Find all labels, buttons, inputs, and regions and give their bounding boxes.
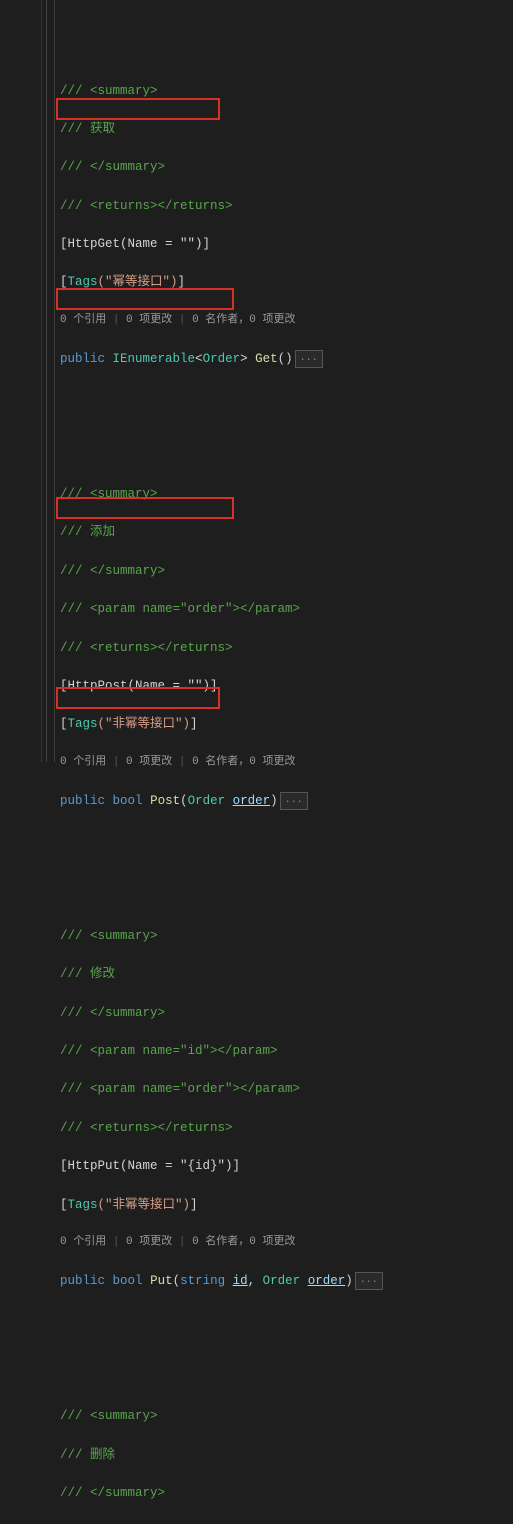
bracket: ] [190, 717, 198, 731]
method-name: Get [255, 352, 278, 366]
indent-guide [46, 0, 47, 762]
param-type: string [180, 1274, 225, 1288]
collapsed-body[interactable]: ... [355, 1272, 383, 1290]
bracket: ] [178, 275, 186, 289]
xml-doc: /// <returns></returns> [60, 1121, 233, 1135]
xml-doc: /// </summary> [60, 1486, 165, 1500]
method-get-block: /// <summary> /// 获取 /// </summary> /// … [60, 62, 383, 388]
param-name: order [308, 1274, 346, 1288]
tags-value: ("幂等接口") [98, 275, 178, 289]
bracket: ] [190, 1198, 198, 1212]
codelens[interactable]: 0 个引用 | 0 项更改 | 0 名作者，0 项更改 [60, 754, 383, 773]
xml-doc: /// <summary> [60, 487, 158, 501]
xml-doc: /// <returns></returns> [60, 199, 233, 213]
return-type: bool [113, 794, 143, 808]
param-name: id [233, 1274, 248, 1288]
xml-doc: /// <summary> [60, 84, 158, 98]
xml-doc: /// 获取 [60, 122, 115, 136]
return-type: IEnumerable [113, 352, 196, 366]
indent-guide [54, 0, 55, 762]
attribute-httppost: [HttpPost(Name = "")] [60, 679, 218, 693]
params: () [278, 352, 293, 366]
generic-type: Order [203, 352, 241, 366]
method-name: Put [150, 1274, 173, 1288]
xml-doc: /// <summary> [60, 929, 158, 943]
attribute-httpget: [HttpGet(Name = "")] [60, 237, 210, 251]
tags-value: ("非幂等接口") [98, 1198, 191, 1212]
method-name: Post [150, 794, 180, 808]
method-delete-block: /// <summary> /// 删除 /// </summary> /// … [60, 1388, 383, 1524]
xml-doc: /// <returns></returns> [60, 641, 233, 655]
return-type: bool [113, 1274, 143, 1288]
keyword-public: public [60, 352, 105, 366]
code-area[interactable]: /// <summary> /// 获取 /// </summary> /// … [60, 4, 383, 1524]
param-type: Order [263, 1274, 301, 1288]
codelens[interactable]: 0 个引用 | 0 项更改 | 0 名作者，0 项更改 [60, 312, 383, 331]
bracket: [ [60, 275, 68, 289]
method-put-block: /// <summary> /// 修改 /// </summary> /// … [60, 908, 383, 1311]
xml-doc: /// <param name="order"></param> [60, 1082, 300, 1096]
attribute-httpput: [HttpPut(Name = "{id}")] [60, 1159, 240, 1173]
param-type: Order [188, 794, 226, 808]
codelens[interactable]: 0 个引用 | 0 项更改 | 0 名作者，0 项更改 [60, 1234, 383, 1253]
xml-doc: /// <summary> [60, 1409, 158, 1423]
xml-doc: /// 添加 [60, 525, 115, 539]
tags-value: ("非幂等接口") [98, 717, 191, 731]
param-name: order [233, 794, 271, 808]
collapsed-body[interactable]: ... [295, 350, 323, 368]
collapsed-body[interactable]: ... [280, 792, 308, 810]
keyword-public: public [60, 794, 105, 808]
tags-attribute: Tags [68, 717, 98, 731]
xml-doc: /// 删除 [60, 1448, 115, 1462]
xml-doc: /// 修改 [60, 967, 115, 981]
method-post-block: /// <summary> /// 添加 /// </summary> /// … [60, 466, 383, 831]
xml-doc: /// </summary> [60, 564, 165, 578]
xml-doc: /// <param name="id"></param> [60, 1044, 278, 1058]
keyword-public: public [60, 1274, 105, 1288]
xml-doc: /// </summary> [60, 1006, 165, 1020]
bracket: [ [60, 717, 68, 731]
tags-attribute: Tags [68, 1198, 98, 1212]
xml-doc: /// </summary> [60, 160, 165, 174]
bracket: [ [60, 1198, 68, 1212]
editor-gutter [0, 0, 42, 762]
tags-attribute: Tags [68, 275, 98, 289]
xml-doc: /// <param name="order"></param> [60, 602, 300, 616]
